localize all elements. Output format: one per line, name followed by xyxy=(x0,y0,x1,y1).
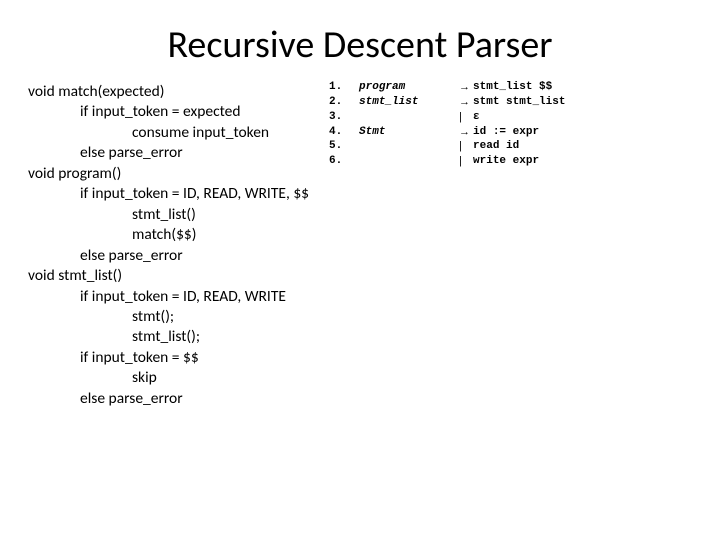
slide: Recursive Descent Parser void match(expe… xyxy=(0,0,720,540)
stmtlist-else: else parse_error xyxy=(28,389,309,409)
grammar-head xyxy=(359,139,459,154)
grammar-row: 5. | read id xyxy=(329,139,565,154)
program-else: else parse_error xyxy=(28,246,309,266)
stmtlist-call1: stmt(); xyxy=(28,307,309,327)
grammar-row: 6. | write expr xyxy=(329,154,565,169)
grammar-head xyxy=(359,154,459,169)
match-if: if input_token = expected xyxy=(28,102,309,122)
grammar-body: ε xyxy=(473,110,565,125)
arrow-icon: → xyxy=(459,125,473,140)
stmtlist-sig: void stmt_list() xyxy=(28,266,309,286)
page-title: Recursive Descent Parser xyxy=(28,22,692,68)
match-consume: consume input_token xyxy=(28,123,309,143)
arrow-icon: → xyxy=(459,95,473,110)
program-if: if input_token = ID, READ, WRITE, $$ xyxy=(28,184,309,204)
grammar-body: stmt_list $$ xyxy=(473,80,565,95)
program-call2: match($$) xyxy=(28,225,309,245)
grammar-head: Stmt xyxy=(359,125,459,140)
stmtlist-if2: if input_token = $$ xyxy=(28,348,309,368)
stmtlist-call2: stmt_list(); xyxy=(28,327,309,347)
grammar-num: 6. xyxy=(329,154,359,169)
grammar-row: 1. program → stmt_list $$ xyxy=(329,80,565,95)
grammar-body: id := expr xyxy=(473,125,565,140)
grammar-head: program xyxy=(359,80,459,95)
stmtlist-skip: skip xyxy=(28,368,309,388)
pipe-icon: | xyxy=(459,139,473,154)
grammar-num: 4. xyxy=(329,125,359,140)
match-else: else parse_error xyxy=(28,143,309,163)
grammar-row: 3. | ε xyxy=(329,110,565,125)
grammar-body: stmt stmt_list xyxy=(473,95,565,110)
program-sig: void program() xyxy=(28,164,309,184)
grammar-block: 1. program → stmt_list $$ 2. stmt_list →… xyxy=(329,80,565,169)
grammar-num: 5. xyxy=(329,139,359,154)
pseudocode-block: void match(expected) if input_token = ex… xyxy=(28,82,309,409)
content-row: void match(expected) if input_token = ex… xyxy=(28,82,692,409)
grammar-body: read id xyxy=(473,139,565,154)
grammar-num: 2. xyxy=(329,95,359,110)
grammar-row: 2. stmt_list → stmt stmt_list xyxy=(329,95,565,110)
grammar-head xyxy=(359,110,459,125)
stmtlist-if: if input_token = ID, READ, WRITE xyxy=(28,287,309,307)
match-sig: void match(expected) xyxy=(28,82,309,102)
pipe-icon: | xyxy=(459,154,473,169)
grammar-num: 3. xyxy=(329,110,359,125)
pipe-icon: | xyxy=(459,110,473,125)
grammar-body: write expr xyxy=(473,154,565,169)
grammar-head: stmt_list xyxy=(359,95,459,110)
grammar-row: 4. Stmt → id := expr xyxy=(329,125,565,140)
program-call1: stmt_list() xyxy=(28,205,309,225)
arrow-icon: → xyxy=(459,80,473,95)
grammar-table: 1. program → stmt_list $$ 2. stmt_list →… xyxy=(329,80,565,169)
grammar-num: 1. xyxy=(329,80,359,95)
